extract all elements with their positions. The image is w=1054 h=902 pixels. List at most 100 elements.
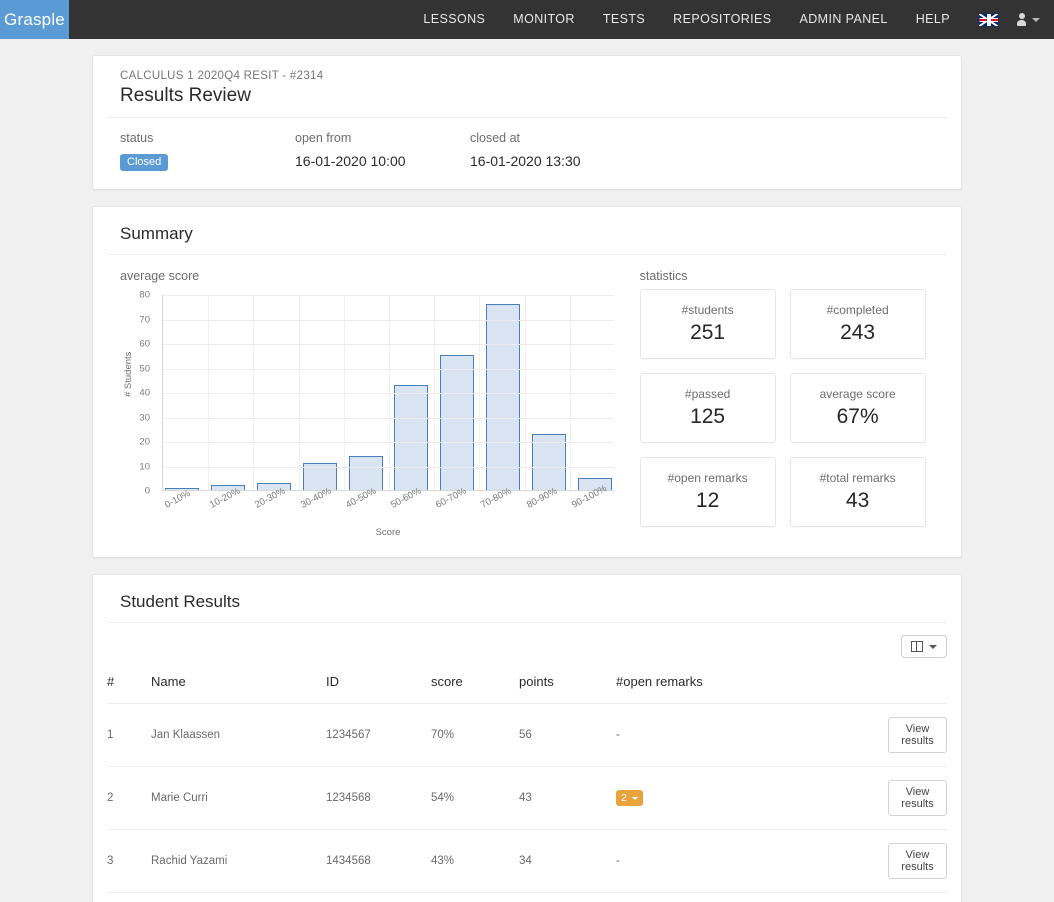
flag-cross-horizontal xyxy=(979,18,998,21)
chart-bar xyxy=(394,384,429,490)
stat-label: average score xyxy=(819,387,896,401)
column-header-name[interactable]: Name xyxy=(151,668,326,704)
stat-label: #passed xyxy=(684,387,731,401)
table-row[interactable]: 3 Rachid Yazami 1434568 43% 34- View results xyxy=(107,829,947,893)
nav-item-tests[interactable]: TESTS xyxy=(589,0,659,39)
cell-name: Rachid Yazami xyxy=(151,829,326,893)
stat-card: #total remarks 43 xyxy=(789,457,926,527)
cell-score: 43% xyxy=(431,829,519,893)
chart-vertical-gridline xyxy=(343,295,345,490)
chart-vertical-gridline xyxy=(434,295,436,490)
nav-item-lessons[interactable]: LESSONS xyxy=(409,0,499,39)
chart-y-tick-label: 60 xyxy=(139,338,150,350)
columns-icon xyxy=(911,640,923,653)
chart-vertical-gridline xyxy=(479,295,481,490)
table-head: # Name ID score points #open remarks xyxy=(107,668,947,704)
summary-card: Summary average score # Students 0 10 20 30… xyxy=(92,206,962,558)
stat-value: 243 xyxy=(840,321,876,344)
cell-actions: View results xyxy=(888,703,947,767)
cell-score: 70% xyxy=(431,703,519,767)
cell-points: 43 xyxy=(519,766,616,830)
chart-vertical-gridline xyxy=(569,295,571,490)
chart-y-tick-label: 70 xyxy=(139,314,150,325)
stat-label: #total remarks xyxy=(819,471,896,485)
stat-card: #passed 125 xyxy=(639,373,776,443)
chart-y-tick-label: 40 xyxy=(139,387,150,399)
cell-open-remarks: 2 xyxy=(616,766,888,830)
table-header-row: # Name ID score points #open remarks xyxy=(107,668,947,704)
summary-body: average score # Students 0 10 20 30 40 50 60 70… xyxy=(107,255,947,541)
results-toolbar xyxy=(107,623,947,668)
table-row[interactable]: 4Sophie Beentjes323456795%76-View result… xyxy=(107,892,947,902)
cell-name: Jan Klaassen xyxy=(151,703,326,767)
view-results-button[interactable]: View results xyxy=(888,843,947,879)
column-header-remarks[interactable]: #open remarks xyxy=(616,668,888,704)
chart-vertical-gridline xyxy=(298,295,300,490)
cell-points: 34 xyxy=(519,829,616,893)
stat-label: #completed xyxy=(826,303,889,317)
meta-closed-at: closed at 16-01-2020 13:30 xyxy=(470,131,645,171)
chevron-down-icon xyxy=(1032,17,1040,22)
chart-column: average score # Students 0 10 20 30 40 50 60 70… xyxy=(120,269,634,541)
chart-y-tick-label: 10 xyxy=(139,461,150,472)
stat-value: 251 xyxy=(690,321,726,344)
chevron-down-icon xyxy=(929,644,937,649)
column-header-id[interactable]: ID xyxy=(326,668,431,704)
uk-flag-icon[interactable] xyxy=(978,12,999,27)
chart-bar xyxy=(486,303,521,490)
flag-cross-vertical xyxy=(987,13,990,26)
chevron-down-icon xyxy=(631,796,638,800)
chart-vertical-gridline xyxy=(253,295,255,490)
meta-status: status Closed xyxy=(120,131,295,171)
chart-caption: average score xyxy=(120,269,200,283)
cell-open-remarks: - xyxy=(616,703,888,767)
average-score-histogram: # Students 0 10 20 30 40 50 60 70 80 0-10% 10-20%… xyxy=(120,289,620,541)
cell-open-remarks: - xyxy=(616,829,888,893)
nav-item-help[interactable]: HELP xyxy=(902,0,964,39)
stat-label: #students xyxy=(681,303,734,317)
cell-points: 56 xyxy=(519,703,616,767)
stat-card: #students 251 xyxy=(639,289,776,359)
statistics-column: statistics #students 251 #completed 243 #pas… xyxy=(639,269,947,541)
cell-name: Marie Curri xyxy=(151,766,326,830)
stat-card: average score 67% xyxy=(789,373,926,443)
nav-item-monitor[interactable]: MONITOR xyxy=(499,0,589,39)
brand-logo[interactable]: Grasple xyxy=(0,0,69,39)
chart-vertical-gridline xyxy=(208,295,210,490)
column-header-points[interactable]: points xyxy=(519,668,616,704)
table-row[interactable]: 1 Jan Klaassen 1234567 70% 56- View results xyxy=(107,703,947,767)
student-results-table: # Name ID score points #open remarks 1 Ja… xyxy=(107,668,947,902)
chart-plot-area: 0 10 20 30 40 50 60 70 80 xyxy=(139,290,614,497)
chart-x-tick-labels: 0-10% 10-20% 20-30% 30-40% 40-50% 50-60% 60-70… xyxy=(162,483,614,527)
cell-actions: View results xyxy=(888,766,947,830)
nav-item-repositories[interactable]: REPOSITORIES xyxy=(659,0,785,39)
column-header-index[interactable]: # xyxy=(107,668,151,704)
column-header-actions xyxy=(888,668,947,704)
navbar-right-group: LESSONS MONITOR TESTS REPOSITORIES ADMIN… xyxy=(409,0,1054,39)
cell-index: 3 xyxy=(107,829,151,893)
statistics-caption: statistics xyxy=(639,269,688,283)
column-chooser-button[interactable] xyxy=(901,635,947,658)
chart-y-tick-label: 20 xyxy=(139,436,150,448)
cell-index: 4 xyxy=(107,892,151,902)
view-results-button[interactable]: View results xyxy=(888,717,947,753)
chart-y-tick-label: 80 xyxy=(139,289,150,301)
cell-id: 3234567 xyxy=(326,892,431,902)
chart-y-tick-label: 30 xyxy=(139,412,150,423)
stat-label: #open remarks xyxy=(667,471,748,485)
cell-id: 1234567 xyxy=(326,703,431,767)
chart-bar xyxy=(440,355,475,490)
meta-open-from-value: 16-01-2020 10:00 xyxy=(295,153,406,169)
nav-item-admin-panel[interactable]: ADMIN PANEL xyxy=(786,0,902,39)
view-results-button[interactable]: View results xyxy=(888,780,947,816)
table-row[interactable]: 2 Marie Curri 1234568 54% 43 2 View results xyxy=(107,766,947,830)
user-menu[interactable] xyxy=(1009,13,1040,26)
column-header-score[interactable]: score xyxy=(431,668,519,704)
chart-vertical-gridline xyxy=(524,295,526,490)
top-navbar: Grasple LESSONS MONITOR TESTS REPOSITORI… xyxy=(0,0,1054,39)
meta-closed-at-label: closed at xyxy=(470,131,521,145)
cell-score: 95% xyxy=(431,892,519,902)
user-icon xyxy=(1017,13,1026,26)
open-remarks-badge[interactable]: 2 xyxy=(616,789,643,807)
meta-open-from-label: open from xyxy=(295,131,352,145)
